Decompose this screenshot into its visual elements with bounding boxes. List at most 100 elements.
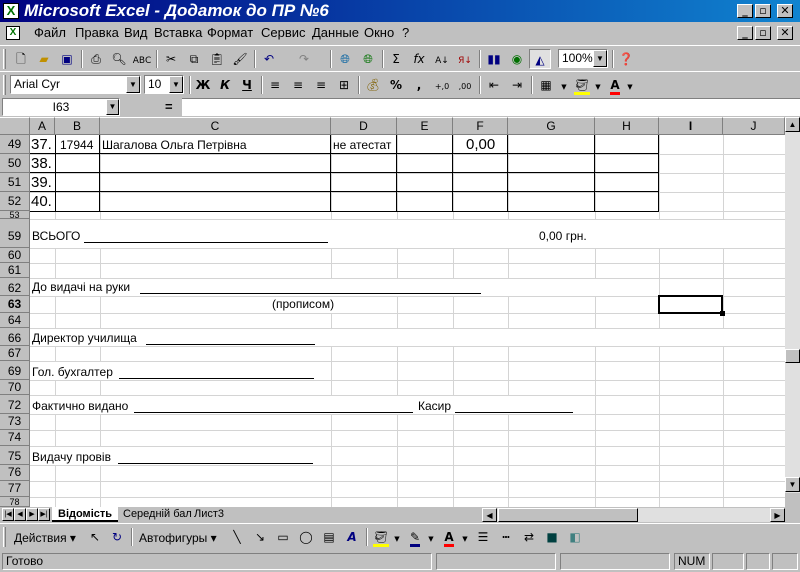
paste-icon[interactable]: 📋︎ — [206, 49, 228, 69]
select-all-corner[interactable] — [0, 117, 30, 135]
spelling-icon[interactable]: ABC — [131, 49, 153, 69]
undo-icon[interactable]: ↶ — [258, 49, 280, 69]
column-header-e[interactable]: E — [397, 117, 453, 135]
column-header-g[interactable]: G — [508, 117, 595, 135]
row-header-63[interactable]: 63 — [0, 296, 30, 313]
doc-restore-button[interactable]: ▫ — [755, 26, 771, 40]
cell-c63[interactable]: (прописом) — [270, 297, 334, 311]
row-header-66[interactable]: 66 — [0, 328, 30, 346]
close-button[interactable]: ✕ — [777, 4, 793, 18]
sheet-tab-list3[interactable]: Лист3 — [188, 507, 230, 522]
decrease-decimal-icon[interactable]: ,00 — [454, 75, 476, 95]
row-header-62[interactable]: 62 — [0, 278, 30, 296]
row-header-69[interactable]: 69 — [0, 361, 30, 380]
new-document-icon[interactable]: 🗋 — [10, 49, 32, 69]
map-icon[interactable]: ◉ — [506, 49, 528, 69]
hscroll-thumb[interactable] — [498, 508, 638, 522]
chevron-down-icon[interactable]: ▼ — [460, 527, 470, 547]
row-header-75[interactable]: 75 — [0, 446, 30, 465]
row-header-72[interactable]: 72 — [0, 395, 30, 414]
column-header-a[interactable]: A — [30, 117, 55, 135]
sort-descending-icon[interactable]: Я↓ — [454, 49, 476, 69]
excel-app-icon[interactable]: X — [3, 3, 19, 19]
underline-button[interactable]: Ч — [236, 75, 258, 95]
scroll-up-icon[interactable]: ▲ — [785, 117, 800, 132]
menu-window[interactable]: Окно — [364, 26, 394, 40]
menu-insert[interactable]: Вставка — [154, 26, 202, 40]
row-header-61[interactable]: 61 — [0, 263, 30, 278]
align-center-icon[interactable]: ≡ — [287, 75, 309, 95]
borders-icon[interactable]: ▦ — [535, 75, 557, 95]
row-header-64[interactable]: 64 — [0, 313, 30, 328]
redo-icon[interactable]: ↷ — [293, 49, 315, 69]
column-header-j[interactable]: J — [723, 117, 785, 135]
shadow-icon[interactable]: ■ — [541, 527, 563, 547]
office-assistant-icon[interactable]: ❓ — [615, 49, 637, 69]
scroll-left-icon[interactable]: ◀ — [482, 508, 497, 522]
chevron-down-icon[interactable]: ▼ — [106, 99, 119, 115]
row-header-59[interactable]: 59 — [0, 219, 30, 248]
row-header-49[interactable]: 49 — [0, 135, 30, 154]
3d-icon[interactable]: ◧ — [564, 527, 586, 547]
decrease-indent-icon[interactable]: ⇤ — [483, 75, 505, 95]
menu-format[interactable]: Формат — [207, 26, 253, 40]
save-icon[interactable]: ▣ — [56, 49, 78, 69]
last-sheet-icon[interactable]: ▶| — [38, 508, 50, 521]
cell-a62[interactable]: До видачі на руки — [30, 280, 130, 294]
name-box[interactable]: I63 ▼ — [2, 98, 120, 116]
dash-style-icon[interactable]: ┅ — [495, 527, 517, 547]
chevron-down-icon[interactable]: ▼ — [593, 50, 607, 67]
minimize-button[interactable]: _ — [737, 4, 753, 18]
currency-icon[interactable]: 💰︎ — [362, 75, 384, 95]
actions-menu[interactable]: Действия ▾ — [14, 531, 76, 545]
first-sheet-icon[interactable]: |◀ — [2, 508, 14, 521]
column-header-c[interactable]: C — [100, 117, 331, 135]
chevron-down-icon[interactable]: ▼ — [392, 527, 402, 547]
arrow-style-icon[interactable]: ⇄ — [518, 527, 540, 547]
row-header-78[interactable]: 78 — [0, 497, 30, 507]
spreadsheet-grid[interactable]: A B C D E F G H I J 49 50 51 52 53 59 60… — [0, 117, 785, 507]
line-icon[interactable]: ╲ — [226, 527, 248, 547]
scroll-thumb[interactable] — [785, 349, 800, 363]
doc-minimize-button[interactable]: _ — [737, 26, 753, 40]
drawing-toggle-icon[interactable]: ◭ — [529, 49, 551, 69]
font-name-select[interactable]: Arial Cyr ▼ — [10, 75, 141, 94]
merge-center-icon[interactable]: ⊞ — [333, 75, 355, 95]
cut-icon[interactable]: ✂ — [160, 49, 182, 69]
cell-a75[interactable]: Видачу провів — [30, 450, 111, 464]
web-toolbar-icon[interactable]: 🌐︎ — [357, 49, 379, 69]
increase-decimal-icon[interactable]: +,0 — [431, 75, 453, 95]
row-header-52[interactable]: 52 — [0, 192, 30, 211]
hyperlink-icon[interactable]: 🌐︎ — [334, 49, 356, 69]
toolbar-grip[interactable] — [3, 75, 6, 95]
align-right-icon[interactable]: ≡ — [310, 75, 332, 95]
percent-button[interactable]: % — [385, 75, 407, 95]
selected-cell-i63[interactable] — [658, 295, 723, 314]
cell-a52[interactable]: 40. — [30, 192, 52, 211]
column-header-i[interactable]: I — [659, 117, 723, 135]
chevron-down-icon[interactable]: ▼ — [126, 76, 140, 93]
cell-b49[interactable]: 17944 — [58, 137, 93, 154]
sort-ascending-icon[interactable]: A↓ — [431, 49, 453, 69]
workbook-icon[interactable]: X — [6, 26, 20, 40]
increase-indent-icon[interactable]: ⇥ — [506, 75, 528, 95]
formula-input[interactable] — [182, 98, 800, 116]
print-icon[interactable]: ⎙ — [85, 49, 107, 69]
horizontal-scrollbar[interactable]: ◀ ▶ — [482, 508, 785, 522]
row-header-67[interactable]: 67 — [0, 346, 30, 361]
row-header-74[interactable]: 74 — [0, 430, 30, 446]
toolbar-grip[interactable] — [3, 527, 6, 547]
line-style-icon[interactable]: ☰ — [472, 527, 494, 547]
chevron-down-icon[interactable]: ▼ — [169, 76, 183, 93]
row-header-53[interactable]: 53 — [0, 211, 30, 219]
fill-color-icon[interactable]: 🪣︎ — [571, 75, 593, 95]
row-header-77[interactable]: 77 — [0, 481, 30, 497]
font-color-icon[interactable]: A — [438, 527, 460, 547]
menu-edit[interactable]: Правка — [75, 26, 119, 40]
row-header-73[interactable]: 73 — [0, 414, 30, 430]
sheet-tab-serednii-bal[interactable]: Середній бал — [117, 507, 198, 522]
cell-d49[interactable]: не атестат — [331, 137, 391, 154]
autoshapes-menu[interactable]: Автофигуры ▾ — [139, 531, 217, 545]
fill-handle[interactable] — [720, 311, 725, 316]
autosum-icon[interactable]: Σ — [385, 49, 407, 69]
